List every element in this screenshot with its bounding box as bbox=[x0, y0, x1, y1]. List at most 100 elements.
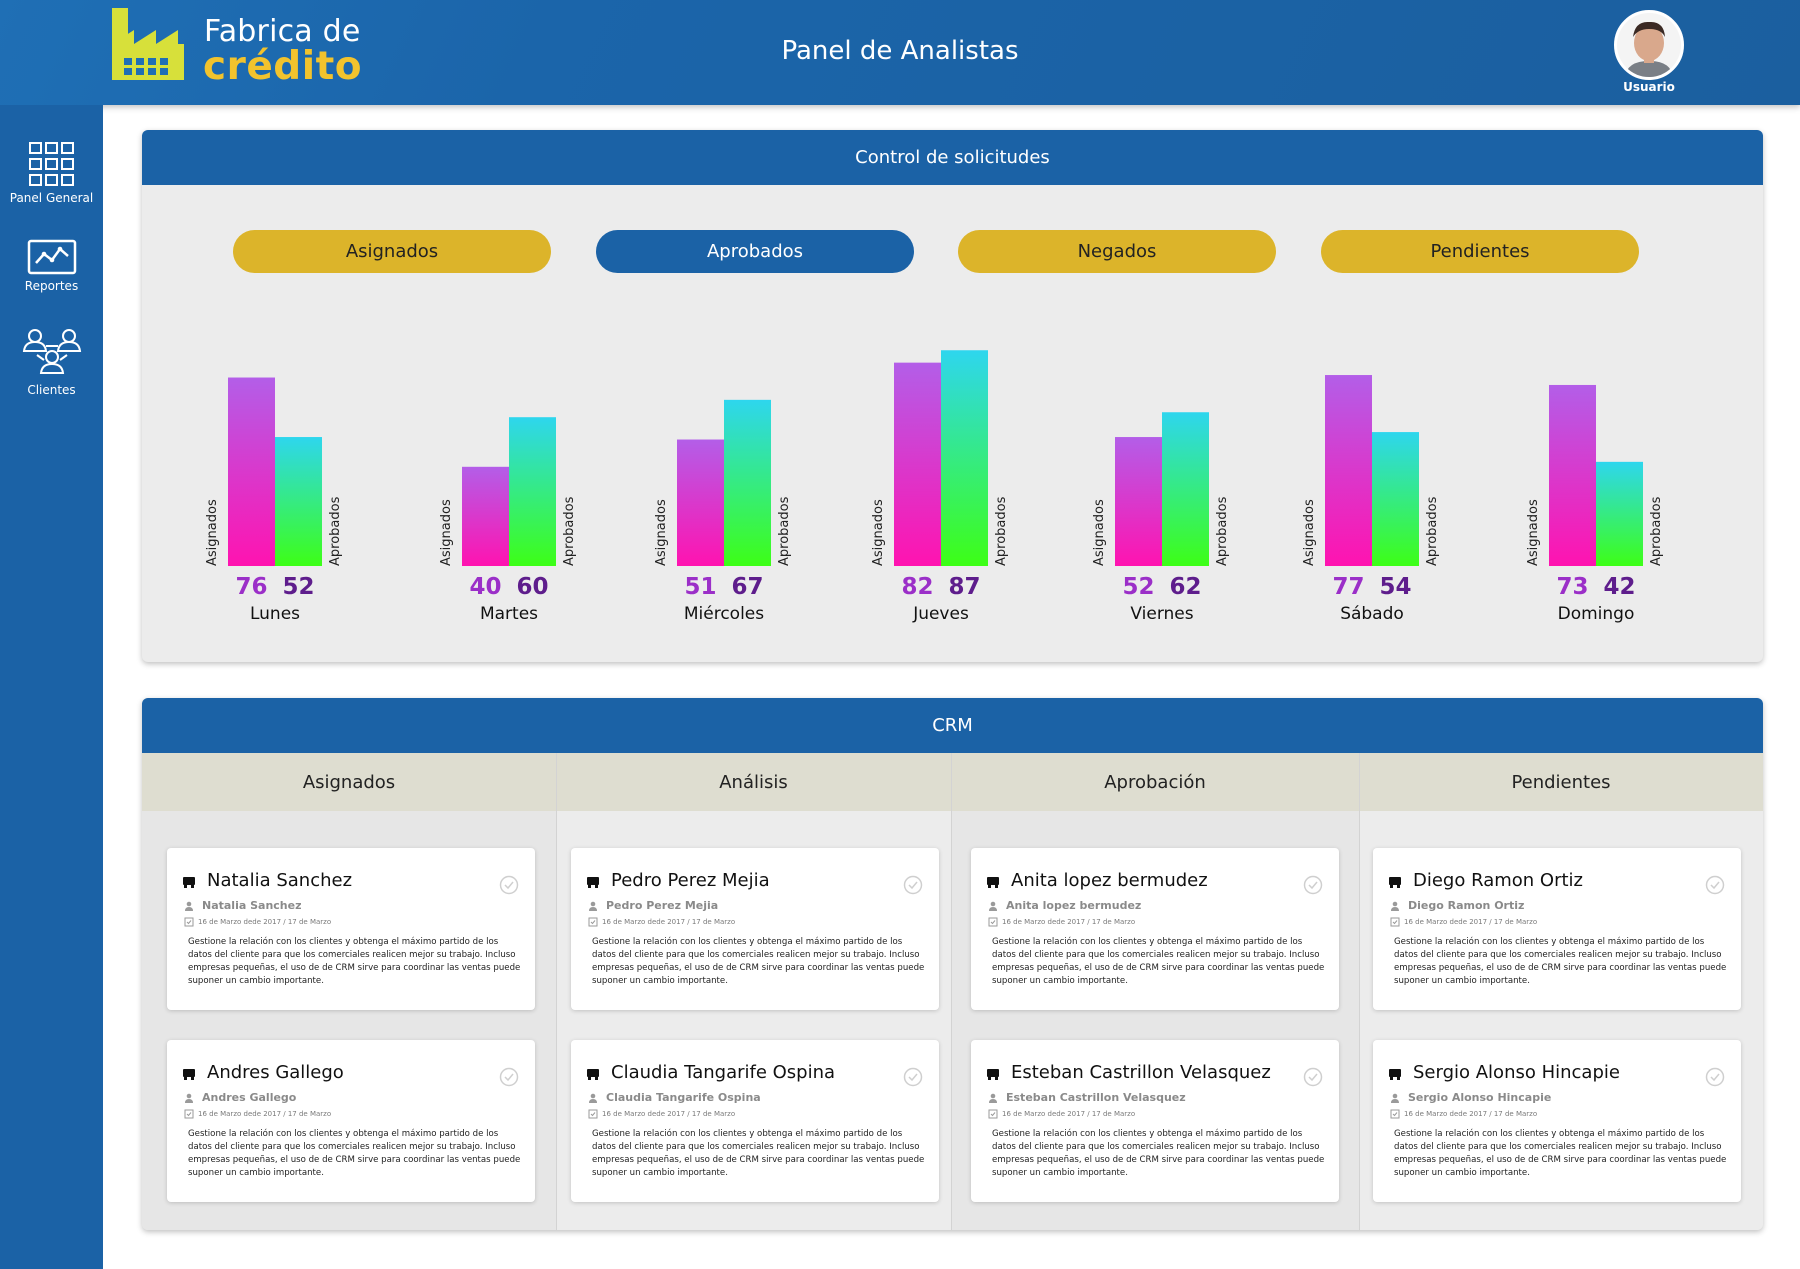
crm-card[interactable]: Sergio Alonso Hincapie Sergio Alonso Hinc… bbox=[1373, 1040, 1741, 1202]
calendar-check-icon bbox=[1390, 1109, 1400, 1119]
bar-asignados-5[interactable] bbox=[1325, 375, 1372, 566]
bar-asignados-3[interactable] bbox=[894, 362, 941, 566]
bar-aprobados-6[interactable] bbox=[1596, 461, 1643, 566]
series-axis-label: Aprobados bbox=[1649, 496, 1664, 566]
sidebar-item-clientes[interactable]: Clientes bbox=[0, 327, 103, 397]
category-label: Martes bbox=[480, 604, 538, 624]
crm-card[interactable]: Andres Gallego Andres Gallego 16 de Marzo … bbox=[167, 1040, 535, 1202]
crm-board: Asignados Natalia Sanchez Natalia Sanchez 1… bbox=[142, 753, 1763, 1230]
bar-value-label: 73 bbox=[1556, 574, 1588, 600]
sidebar-item-panel-general[interactable]: Panel General bbox=[0, 141, 103, 205]
vehicle-icon bbox=[987, 1069, 999, 1080]
bar-asignados-0[interactable] bbox=[228, 377, 275, 566]
bar-aprobados-0[interactable] bbox=[275, 437, 322, 566]
user-label: Usuario bbox=[1623, 80, 1675, 94]
crm-column-body: Natalia Sanchez Natalia Sanchez 16 de Marz… bbox=[142, 811, 556, 1230]
vehicle-icon bbox=[1389, 877, 1401, 888]
user-avatar[interactable] bbox=[1614, 10, 1684, 80]
card-description: Gestione la relación con los clientes y … bbox=[188, 1129, 521, 1178]
card-title: Esteban Castrillon Velasquez bbox=[1011, 1062, 1271, 1083]
calendar-check-icon bbox=[184, 1109, 194, 1119]
bar-aprobados-3[interactable] bbox=[941, 350, 988, 566]
crm-panel: CRM Asignados Natalia Sanchez Natalia Sanc… bbox=[142, 698, 1763, 1230]
person-icon bbox=[589, 901, 597, 911]
person-icon bbox=[1391, 901, 1399, 911]
card-title: Pedro Perez Mejia bbox=[611, 870, 770, 891]
bar-value-label: 62 bbox=[1169, 574, 1201, 600]
card-assignee: Claudia Tangarife Ospina bbox=[606, 1091, 761, 1104]
series-axis-label: Aprobados bbox=[562, 496, 577, 566]
bar-aprobados-5[interactable] bbox=[1372, 432, 1419, 566]
crm-column-title: Pendientes bbox=[1359, 753, 1763, 811]
bar-asignados-6[interactable] bbox=[1549, 384, 1596, 566]
card-description: Gestione la relación con los clientes y … bbox=[1394, 1129, 1727, 1178]
crm-column-divider bbox=[951, 753, 952, 1230]
bar-aprobados-4[interactable] bbox=[1162, 412, 1209, 566]
series-axis-label: Aprobados bbox=[994, 496, 1009, 566]
card-title: Diego Ramon Ortiz bbox=[1413, 870, 1583, 891]
crm-card[interactable]: Pedro Perez Mejia Pedro Perez Mejia 16 de … bbox=[571, 848, 939, 1010]
crm-card[interactable]: Anita lopez bermudez Anita lopez bermudez… bbox=[971, 848, 1339, 1010]
crm-card[interactable]: Natalia Sanchez Natalia Sanchez 16 de Marz… bbox=[167, 848, 535, 1010]
bar-value-label: 60 bbox=[516, 574, 548, 600]
check-circle-icon[interactable] bbox=[1303, 1067, 1323, 1087]
user-photo-icon bbox=[1617, 13, 1681, 77]
bar-value-label: 40 bbox=[469, 574, 501, 600]
check-circle-icon[interactable] bbox=[903, 1067, 923, 1087]
bar-value-label: 87 bbox=[948, 574, 980, 600]
vehicle-icon bbox=[587, 877, 599, 888]
check-circle-icon[interactable] bbox=[1303, 875, 1323, 895]
crm-column-aprobacion: Aprobación Anita lopez bermudez Anita lope… bbox=[951, 753, 1359, 1230]
crm-column-divider bbox=[1359, 753, 1360, 1230]
card-title: Andres Gallego bbox=[207, 1062, 344, 1083]
vehicle-icon bbox=[987, 877, 999, 888]
calendar-check-icon bbox=[588, 917, 598, 927]
series-axis-label: Asignados bbox=[439, 499, 454, 566]
bar-aprobados-1[interactable] bbox=[509, 417, 556, 566]
series-axis-label: Asignados bbox=[1092, 499, 1107, 566]
crm-column-title: Aprobación bbox=[951, 753, 1359, 811]
person-icon bbox=[989, 1093, 997, 1103]
crm-column-title: Análisis bbox=[556, 753, 951, 811]
vehicle-icon bbox=[183, 1069, 195, 1080]
page-title: Panel de Analistas bbox=[781, 36, 1019, 66]
vehicle-icon bbox=[183, 877, 195, 888]
requests-control-panel: Control de solicitudes Asignados Aprobad… bbox=[142, 130, 1763, 662]
calendar-check-icon bbox=[988, 917, 998, 927]
crm-panel-title: CRM bbox=[142, 698, 1763, 753]
bar-value-label: 82 bbox=[901, 574, 933, 600]
person-icon bbox=[589, 1093, 597, 1103]
check-circle-icon[interactable] bbox=[903, 875, 923, 895]
crm-column-asignados: Asignados Natalia Sanchez Natalia Sanchez 1… bbox=[142, 753, 556, 1230]
bar-value-label: 52 bbox=[1122, 574, 1154, 600]
bar-asignados-4[interactable] bbox=[1115, 437, 1162, 566]
card-date: 16 de Marzo dede 2017 / 17 de Marzo bbox=[198, 1110, 332, 1118]
crm-card[interactable]: Claudia Tangarife Ospina Claudia Tangarif… bbox=[571, 1040, 939, 1202]
card-title: Sergio Alonso Hincapie bbox=[1413, 1062, 1620, 1083]
sidebar-item-reportes[interactable]: Reportes bbox=[0, 239, 103, 293]
check-circle-icon[interactable] bbox=[1705, 875, 1725, 895]
card-description: Gestione la relación con los clientes y … bbox=[1394, 937, 1727, 986]
crm-column-analisis: Análisis Pedro Perez Mejia Pedro Perez Mej… bbox=[556, 753, 951, 1230]
bar-asignados-2[interactable] bbox=[677, 439, 724, 566]
series-axis-label: Asignados bbox=[1526, 499, 1541, 566]
series-axis-label: Asignados bbox=[205, 499, 220, 566]
check-circle-icon[interactable] bbox=[499, 1067, 519, 1087]
check-circle-icon[interactable] bbox=[499, 875, 519, 895]
calendar-check-icon bbox=[1390, 917, 1400, 927]
bar-value-label: 77 bbox=[1332, 574, 1364, 600]
person-icon bbox=[989, 901, 997, 911]
series-axis-label: Aprobados bbox=[1215, 496, 1230, 566]
card-date: 16 de Marzo dede 2017 / 17 de Marzo bbox=[602, 1110, 736, 1118]
bar-aprobados-2[interactable] bbox=[724, 399, 771, 566]
crm-card[interactable]: Esteban Castrillon Velasquez Esteban Cast… bbox=[971, 1040, 1339, 1202]
bar-asignados-1[interactable] bbox=[462, 466, 509, 566]
crm-card[interactable]: Diego Ramon Ortiz Diego Ramon Ortiz 16 de … bbox=[1373, 848, 1741, 1010]
card-date: 16 de Marzo dede 2017 / 17 de Marzo bbox=[1404, 918, 1538, 926]
crm-column-title: Asignados bbox=[142, 753, 556, 811]
app-header: Fabrica de crédito Panel de Analistas Us… bbox=[0, 0, 1800, 105]
card-title: Anita lopez bermudez bbox=[1011, 870, 1208, 891]
sidebar-item-label: Reportes bbox=[24, 279, 79, 293]
chart-line-icon bbox=[27, 239, 76, 275]
check-circle-icon[interactable] bbox=[1705, 1067, 1725, 1087]
